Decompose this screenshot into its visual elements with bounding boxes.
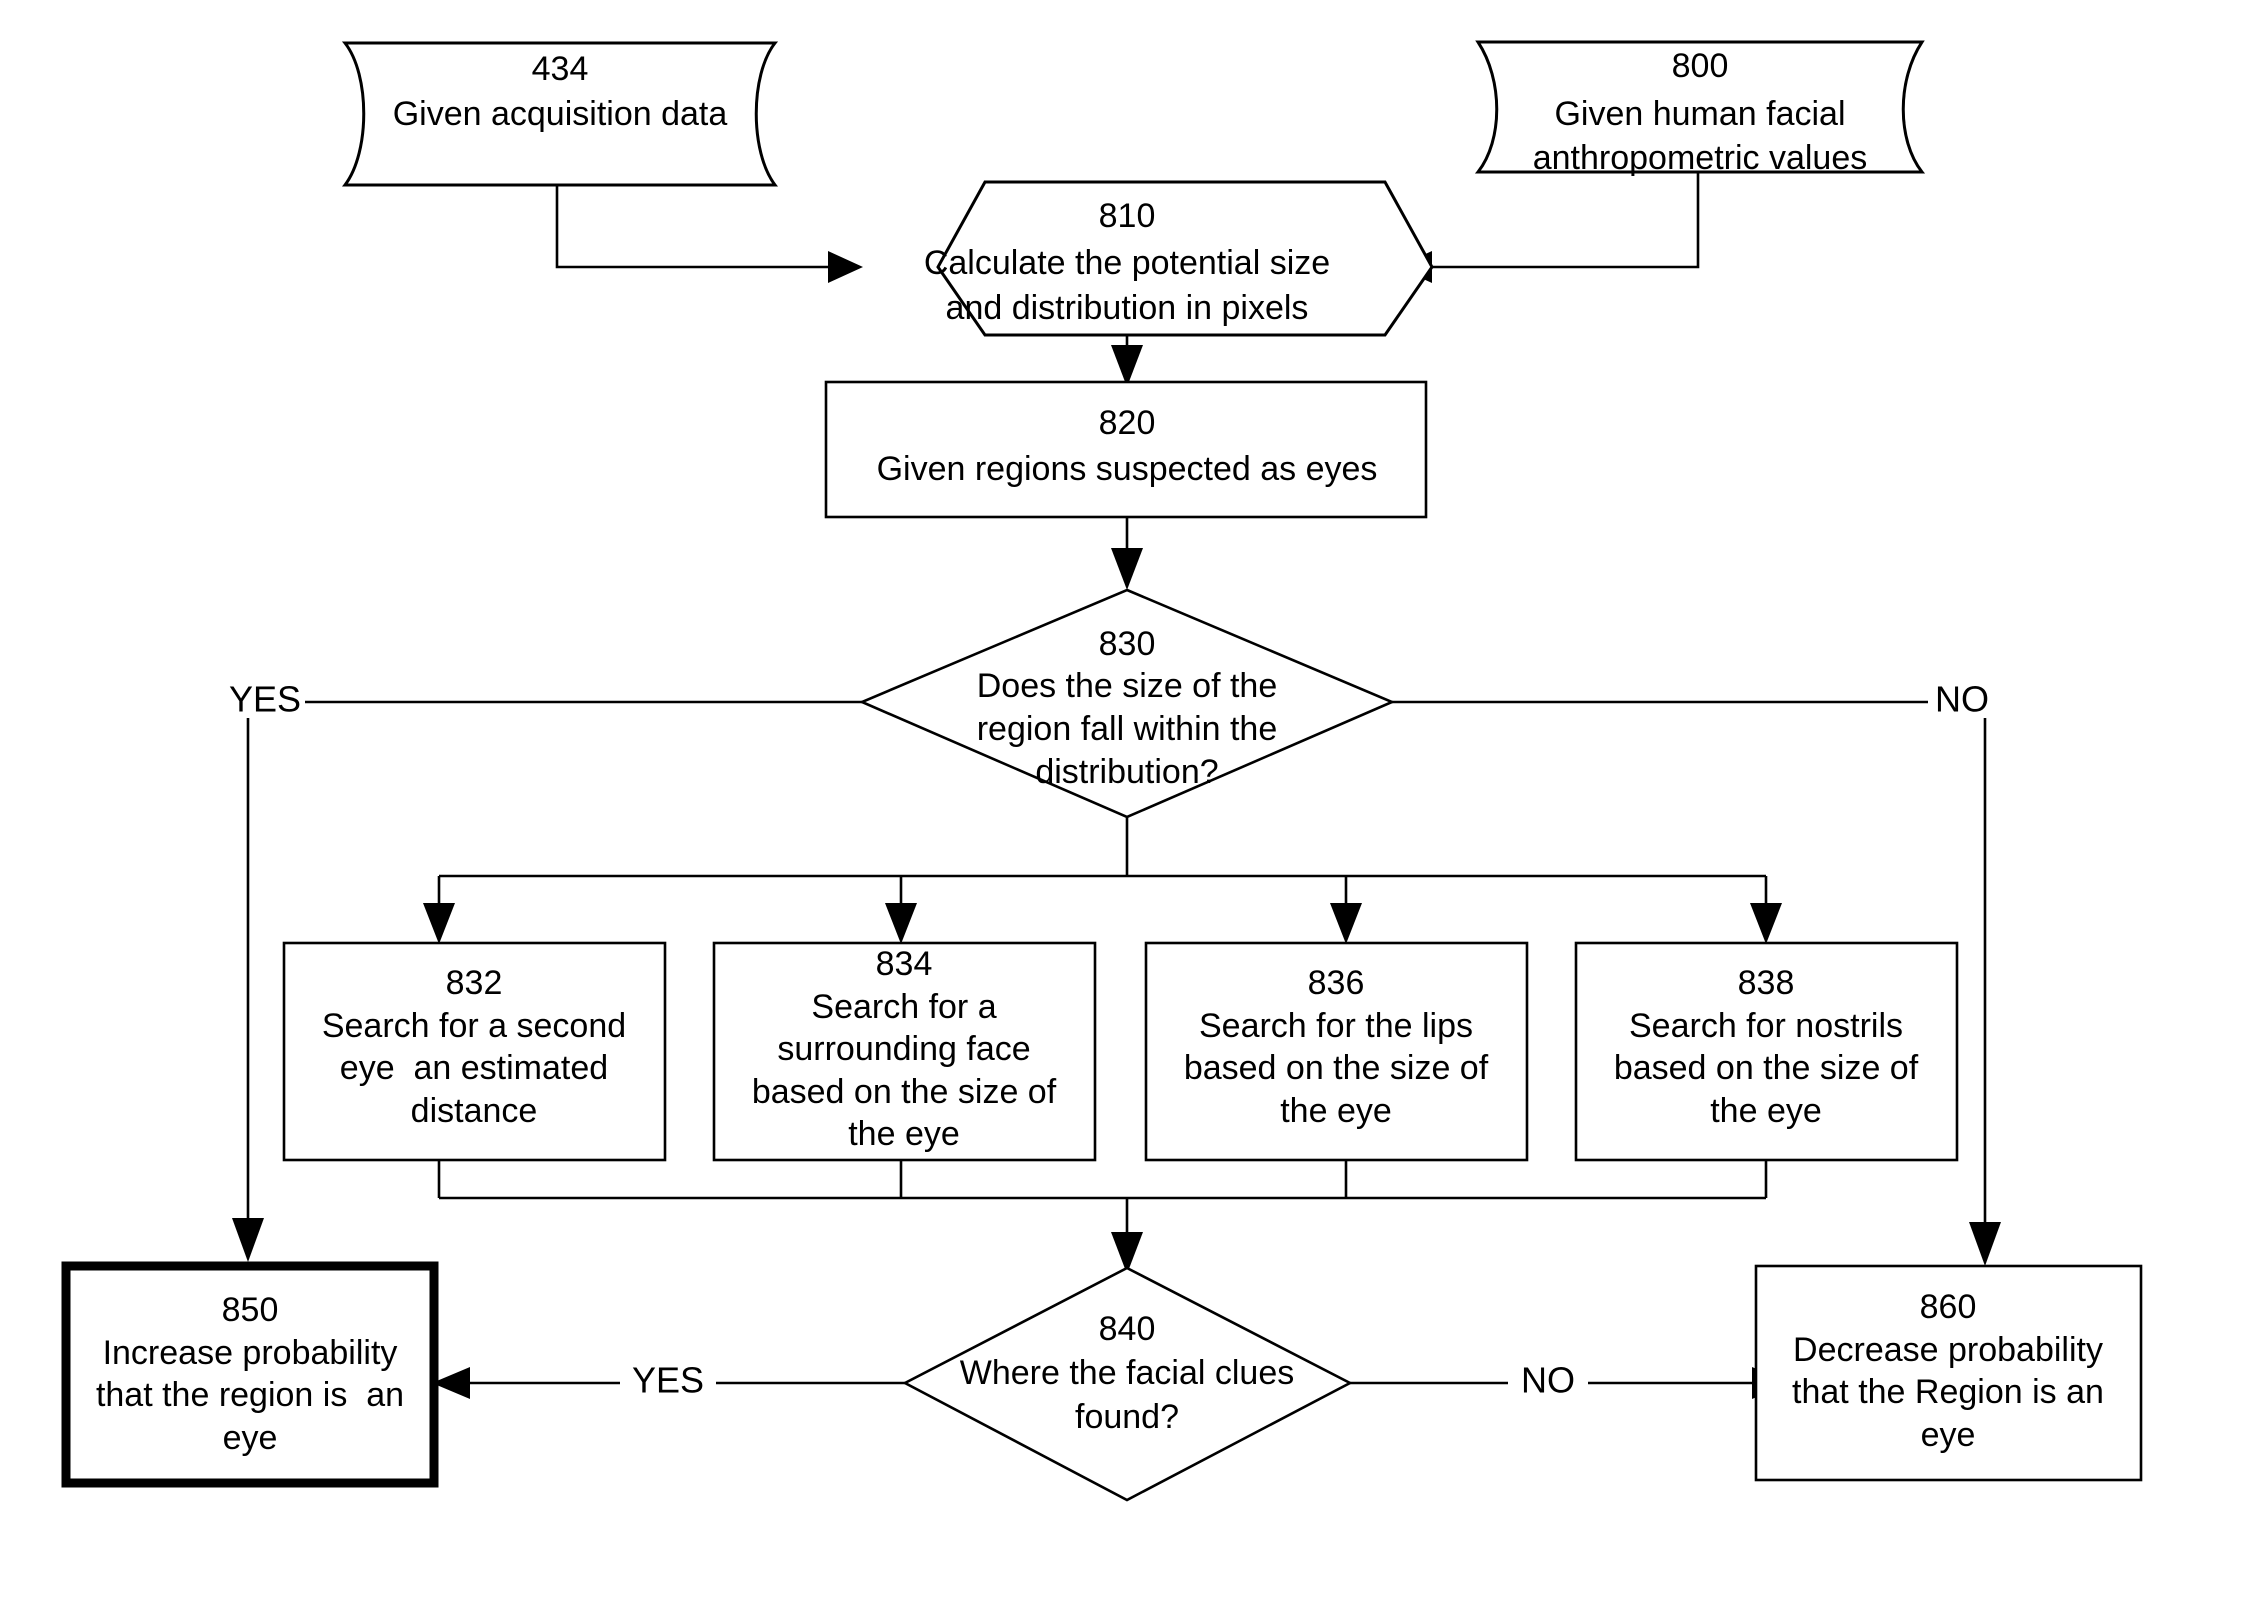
node-836-line-2: based on the size of (1184, 1049, 1489, 1087)
flowchart-canvas: 434 Given acquisition data 800 Given hum… (0, 0, 2247, 1620)
arrowhead-fanout-to-834 (885, 903, 917, 944)
arrowhead-830-yes-to-850 (232, 1218, 264, 1262)
node-832-line-1: Search for a second (322, 1007, 626, 1045)
node-810-line-1: Calculate the potential size (924, 244, 1330, 282)
node-820-line-1: Given regions suspected as eyes (877, 450, 1378, 488)
node-832[interactable]: 832 Search for a second eye an estimated… (282, 941, 667, 1162)
arrowhead-820-to-830 (1111, 548, 1143, 590)
flowchart-svg: 434 Given acquisition data 800 Given hum… (61, 40, 2143, 1502)
arrowhead-fanout-to-836 (1330, 903, 1362, 944)
node-838[interactable]: 838 Search for nostrils based on the siz… (1574, 941, 1959, 1162)
node-810[interactable]: 810 Calculate the potential size and dis… (924, 180, 1434, 337)
node-800-line-0: 800 (1672, 47, 1729, 85)
node-830[interactable]: 830 Does the size of the region fall wit… (858, 588, 1396, 819)
node-838-line-2: based on the size of (1614, 1049, 1919, 1087)
node-834-line-0: 834 (876, 945, 933, 983)
arrowhead-830-no-to-860 (1969, 1222, 2001, 1266)
node-434[interactable]: 434 Given acquisition data (341, 41, 779, 187)
node-850-line-2: that the region is an (96, 1376, 404, 1414)
edge-label-yes-840: YES (632, 1360, 704, 1401)
node-834-line-4: the eye (848, 1115, 960, 1153)
node-840-line-0: 840 (1099, 1310, 1156, 1348)
node-834-line-3: based on the size of (752, 1073, 1057, 1111)
node-838-line-1: Search for nostrils (1629, 1007, 1903, 1045)
node-860-line-3: eye (1921, 1416, 1976, 1454)
node-434-line-0: 434 (532, 50, 589, 88)
node-840-line-2: found? (1075, 1398, 1179, 1436)
node-832-line-2: eye an estimated (340, 1049, 608, 1087)
node-830-line-2: region fall within the (977, 710, 1278, 748)
node-860-line-1: Decrease probability (1793, 1331, 2103, 1369)
arrowhead-434-to-810 (828, 251, 863, 283)
node-860[interactable]: 860 Decrease probability that the Region… (1754, 1264, 2143, 1482)
node-820-line-0: 820 (1099, 404, 1156, 442)
node-800-line-2: anthropometric values (1533, 139, 1868, 177)
edge-434-to-810 (555, 185, 828, 269)
node-850-line-3: eye (223, 1419, 278, 1457)
node-834-line-1: Search for a (811, 988, 996, 1026)
node-838-line-0: 838 (1738, 964, 1795, 1002)
arrowhead-fanout-to-832 (423, 903, 455, 944)
node-820[interactable]: 820 Given regions suspected as eyes (824, 380, 1428, 519)
node-830-line-1: Does the size of the (977, 667, 1278, 705)
node-830-line-0: 830 (1099, 625, 1156, 663)
node-836-line-3: the eye (1280, 1092, 1392, 1130)
node-830-line-3: distribution? (1035, 753, 1218, 791)
node-836[interactable]: 836 Search for the lips based on the siz… (1144, 941, 1529, 1162)
node-838-line-3: the eye (1710, 1092, 1822, 1130)
node-810-line-0: 810 (1099, 197, 1156, 235)
node-860-line-2: that the Region is an (1792, 1373, 2104, 1411)
node-834[interactable]: 834 Search for a surrounding face based … (712, 941, 1097, 1162)
node-832-line-3: distance (411, 1092, 538, 1130)
node-434-line-1: Given acquisition data (393, 95, 728, 133)
node-836-line-1: Search for the lips (1199, 1007, 1473, 1045)
node-836-line-0: 836 (1308, 964, 1365, 1002)
node-834-line-2: surrounding face (777, 1030, 1030, 1068)
node-840[interactable]: 840 Where the facial clues found? (902, 1266, 1353, 1502)
node-850-line-0: 850 (222, 1291, 279, 1329)
edge-label-no-840: NO (1521, 1360, 1575, 1401)
node-840-line-1: Where the facial clues (960, 1354, 1295, 1392)
node-810-line-2: and distribution in pixels (946, 289, 1309, 327)
node-800[interactable]: 800 Given human facial anthropometric va… (1474, 40, 1926, 177)
edge-label-yes-830: YES (229, 679, 301, 720)
arrowhead-fanout-to-838 (1750, 903, 1782, 944)
node-850-line-1: Increase probability (103, 1334, 398, 1372)
edge-label-no-830: NO (1935, 679, 1989, 720)
node-860-line-0: 860 (1920, 1288, 1977, 1326)
node-850[interactable]: 850 Increase probability that the region… (61, 1261, 439, 1488)
node-832-line-0: 832 (446, 964, 503, 1002)
edge-800-to-810 (1432, 172, 1700, 269)
node-800-line-1: Given human facial (1554, 95, 1845, 133)
